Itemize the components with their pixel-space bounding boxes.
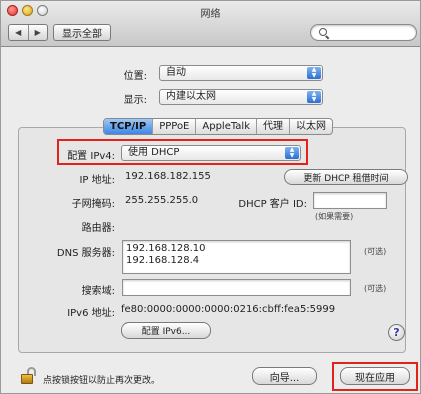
dhcp-client-id-label: DHCP 客户 ID: [238,199,307,210]
show-label: 显示: [123,95,147,106]
show-all-button[interactable]: 显示全部 [53,24,111,41]
search-icon [319,28,327,36]
tab-appletalk[interactable]: AppleTalk [195,119,256,134]
back-forward-control: ◀ ▶ [8,24,48,41]
assist-button[interactable]: 向导... [252,367,317,385]
location-value: 自动 [166,67,186,78]
apply-now-button[interactable]: 现在应用 [340,367,410,385]
tab-proxy[interactable]: 代理 [256,119,289,134]
router-label: 路由器: [81,223,115,234]
config-ipv4-popup[interactable]: 使用 DHCP ▲ ▼ [121,145,301,161]
dns-server-entry: 192.168.128.4 [126,255,200,266]
back-arrow-icon[interactable]: ◀ [9,25,28,40]
search-domains-field[interactable] [122,279,351,296]
renew-dhcp-button[interactable]: 更新 DHCP 租借时间 [284,169,408,185]
popup-arrows-icon: ▲ ▼ [285,147,299,159]
tab-bar: TCP/IP PPPoE AppleTalk 代理 以太网 [103,118,333,135]
configure-ipv6-button[interactable]: 配置 IPv6... [121,322,211,339]
title-bar: 网络 ◀ ▶ 显示全部 [1,1,420,47]
dhcp-client-id-field[interactable] [313,192,387,209]
search-domains-label: 搜索域: [81,286,115,297]
tab-ethernet[interactable]: 以太网 [289,119,332,134]
dhcp-client-id-hint: (如果需要) [315,212,354,221]
config-ipv4-label: 配置 IPv4: [67,151,115,162]
dns-server-entry: 192.168.128.10 [126,243,206,254]
search-domains-hint: (可选) [364,284,387,293]
forward-arrow-icon[interactable]: ▶ [27,25,48,40]
ipv6-address-value: fe80:0000:0000:0000:0216:cbff:fea5:5999 [121,304,336,315]
location-label: 位置: [123,71,147,82]
lock-icon[interactable] [21,367,36,385]
show-popup[interactable]: 内建以太网 ▲ ▼ [159,89,323,105]
dns-servers-field[interactable]: 192.168.128.10 192.168.128.4 [122,240,351,274]
search-field[interactable] [310,24,417,41]
ip-address-value: 192.168.182.155 [125,171,211,182]
dns-servers-hint: (可选) [364,247,387,256]
tab-tcpip[interactable]: TCP/IP [104,119,153,134]
show-value: 内建以太网 [166,91,216,102]
ip-address-label: IP 地址: [79,175,115,186]
popup-arrows-icon: ▲ ▼ [307,91,321,103]
help-icon[interactable]: ? [388,324,405,341]
location-popup[interactable]: 自动 ▲ ▼ [159,65,323,81]
window-title: 网络 [200,9,221,20]
subnet-mask-label: 子网掩码: [71,199,115,210]
ipv6-address-label: IPv6 地址: [67,308,115,319]
config-ipv4-value: 使用 DHCP [128,147,180,158]
dns-servers-label: DNS 服务器: [56,248,115,259]
tab-pppoe[interactable]: PPPoE [152,119,195,134]
lock-message: 点按锁按钮以防止再次更改。 [43,376,161,386]
subnet-mask-value: 255.255.255.0 [125,195,199,206]
popup-arrows-icon: ▲ ▼ [307,67,321,79]
network-preferences-window: 网络 ◀ ▶ 显示全部 位置: 自动 ▲ ▼ 显示: 内建以太网 ▲ ▼ TCP/I… [0,0,421,394]
